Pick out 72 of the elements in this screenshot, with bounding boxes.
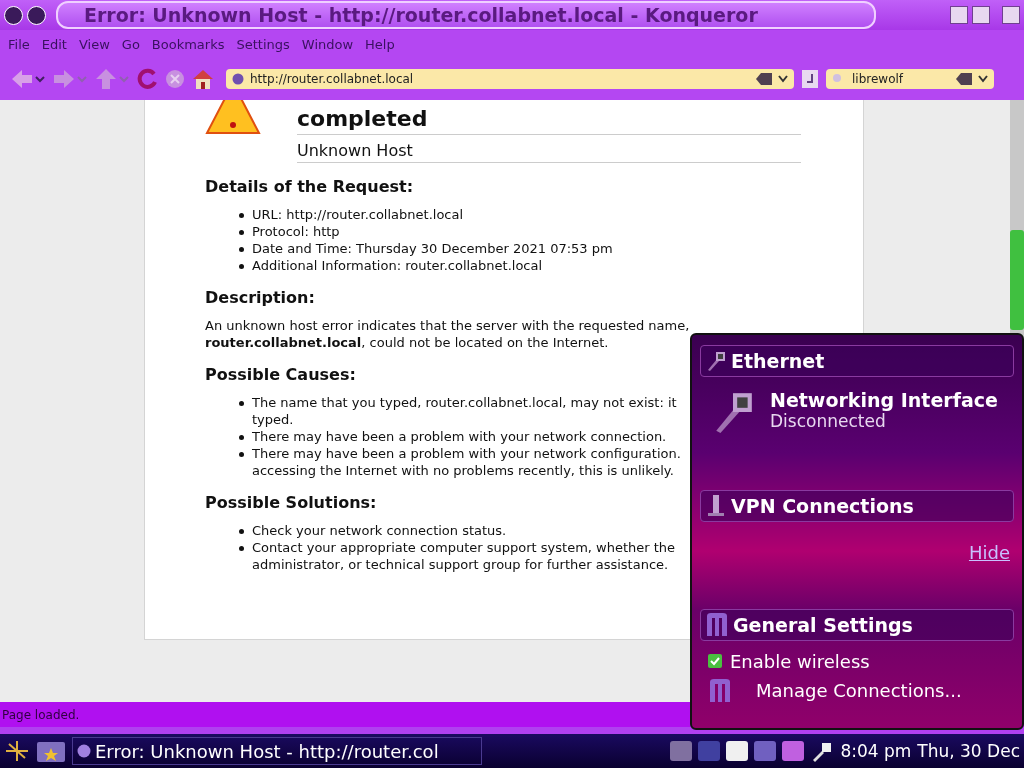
hide-link[interactable]: Hide — [968, 541, 1014, 563]
clear-icon[interactable] — [756, 73, 772, 85]
menu-item[interactable]: Window — [295, 36, 360, 52]
globe-icon — [232, 73, 244, 85]
enable-wireless-checkbox[interactable]: Enable wireless — [700, 640, 1014, 672]
section-heading: Details of the Request: — [205, 177, 414, 196]
list-item-text: There may have been a problem with your network connection. — [252, 428, 667, 445]
window-title: Error: Unknown Host - http://router.collabnet.local - Konqueror — [84, 4, 758, 26]
list-item-text: accessing the Internet with no problems recently, this is unlikely. — [252, 462, 674, 479]
network-manager-icon — [708, 677, 732, 704]
section-heading: Possible Solutions: — [205, 493, 377, 512]
globe-icon — [77, 744, 91, 758]
paragraph-line: An unknown host error indicates that the server with the requested name, — [205, 317, 690, 334]
list-item-text: The name that you typed, router.collabnet.local, may not exist: it — [252, 394, 677, 411]
sticky-button[interactable] — [27, 5, 46, 25]
list-item-text: Date and Time: Thursday 30 December 2021 07:53 pm — [252, 240, 613, 257]
menu-item[interactable]: Help — [359, 36, 401, 52]
taskbar-task-button[interactable]: Error: Unknown Host - http://router.col — [72, 737, 482, 765]
bullet — [239, 213, 244, 218]
bullet — [239, 247, 244, 252]
list-item-text: Contact your appropriate computer support system, whether the — [252, 539, 676, 556]
dropdown-icon[interactable] — [778, 75, 788, 83]
section-title: Ethernet — [731, 350, 825, 372]
menu-item[interactable]: Bookmarks — [145, 36, 231, 52]
list-item-text: URL: http://router.collabnet.local — [252, 206, 464, 223]
clock-time: 8:04 pm — [840, 741, 912, 761]
go-icon[interactable] — [800, 68, 820, 90]
menu-item[interactable]: View — [72, 36, 116, 52]
back-icon[interactable] — [10, 68, 46, 90]
list-item-text: typed. — [252, 411, 294, 428]
status-text: Page loaded. — [2, 707, 80, 722]
vpn-icon — [705, 493, 727, 518]
bullet — [239, 546, 244, 551]
interface-status: Disconnected — [770, 411, 887, 431]
menu-item[interactable]: Edit — [35, 36, 73, 52]
bullet — [239, 435, 244, 440]
list-item-text: Check your network connection status. — [252, 522, 507, 539]
error-heading: completed — [297, 105, 801, 135]
scrollbar-thumb[interactable] — [1010, 230, 1024, 330]
home-icon[interactable] — [192, 68, 214, 90]
interface-name: Networking Interface — [770, 389, 998, 411]
stop-icon[interactable] — [164, 68, 186, 90]
menu-item[interactable]: Go — [115, 36, 146, 52]
list-item-text: Additional Information: router.collabnet.local — [252, 257, 543, 274]
start-menu-icon[interactable] — [4, 739, 30, 763]
error-subtitle: Unknown Host — [297, 135, 801, 163]
network-manager-icon — [705, 611, 729, 638]
manage-connections-button[interactable]: Manage Connections... — [700, 671, 1014, 704]
list-item-text: There may have been a problem with your network configuration. — [252, 445, 681, 462]
bullet — [239, 452, 244, 457]
section-title: VPN Connections — [731, 494, 914, 517]
checkbox[interactable] — [708, 654, 722, 669]
list-item-text: Protocol: http — [252, 223, 340, 240]
menu-item[interactable]: File — [2, 36, 36, 52]
bullet — [239, 230, 244, 235]
window-menu-button[interactable] — [4, 5, 23, 25]
clear-icon[interactable] — [956, 73, 972, 85]
dropdown-icon[interactable] — [978, 75, 988, 83]
section-heading: Description: — [205, 288, 315, 307]
search-field[interactable]: librewolf — [826, 69, 994, 89]
checkbox-label: Enable wireless — [730, 650, 870, 672]
clock-date: Thu, 30 Dec — [917, 741, 1020, 761]
section-title: General Settings — [733, 613, 913, 636]
section-heading: Possible Causes: — [205, 365, 356, 384]
bullet — [239, 529, 244, 534]
bullet — [239, 401, 244, 406]
ethernet-plug-icon — [705, 350, 727, 372]
menu-item[interactable]: Settings — [230, 36, 296, 52]
list-item-text: administrator, or technical support group for further assistance. — [252, 556, 669, 573]
paragraph-line: router.collabnet.local, could not be located on the Internet. — [205, 334, 609, 351]
bullet — [239, 264, 244, 269]
url-field[interactable]: http://router.collabnet.local — [226, 69, 794, 89]
